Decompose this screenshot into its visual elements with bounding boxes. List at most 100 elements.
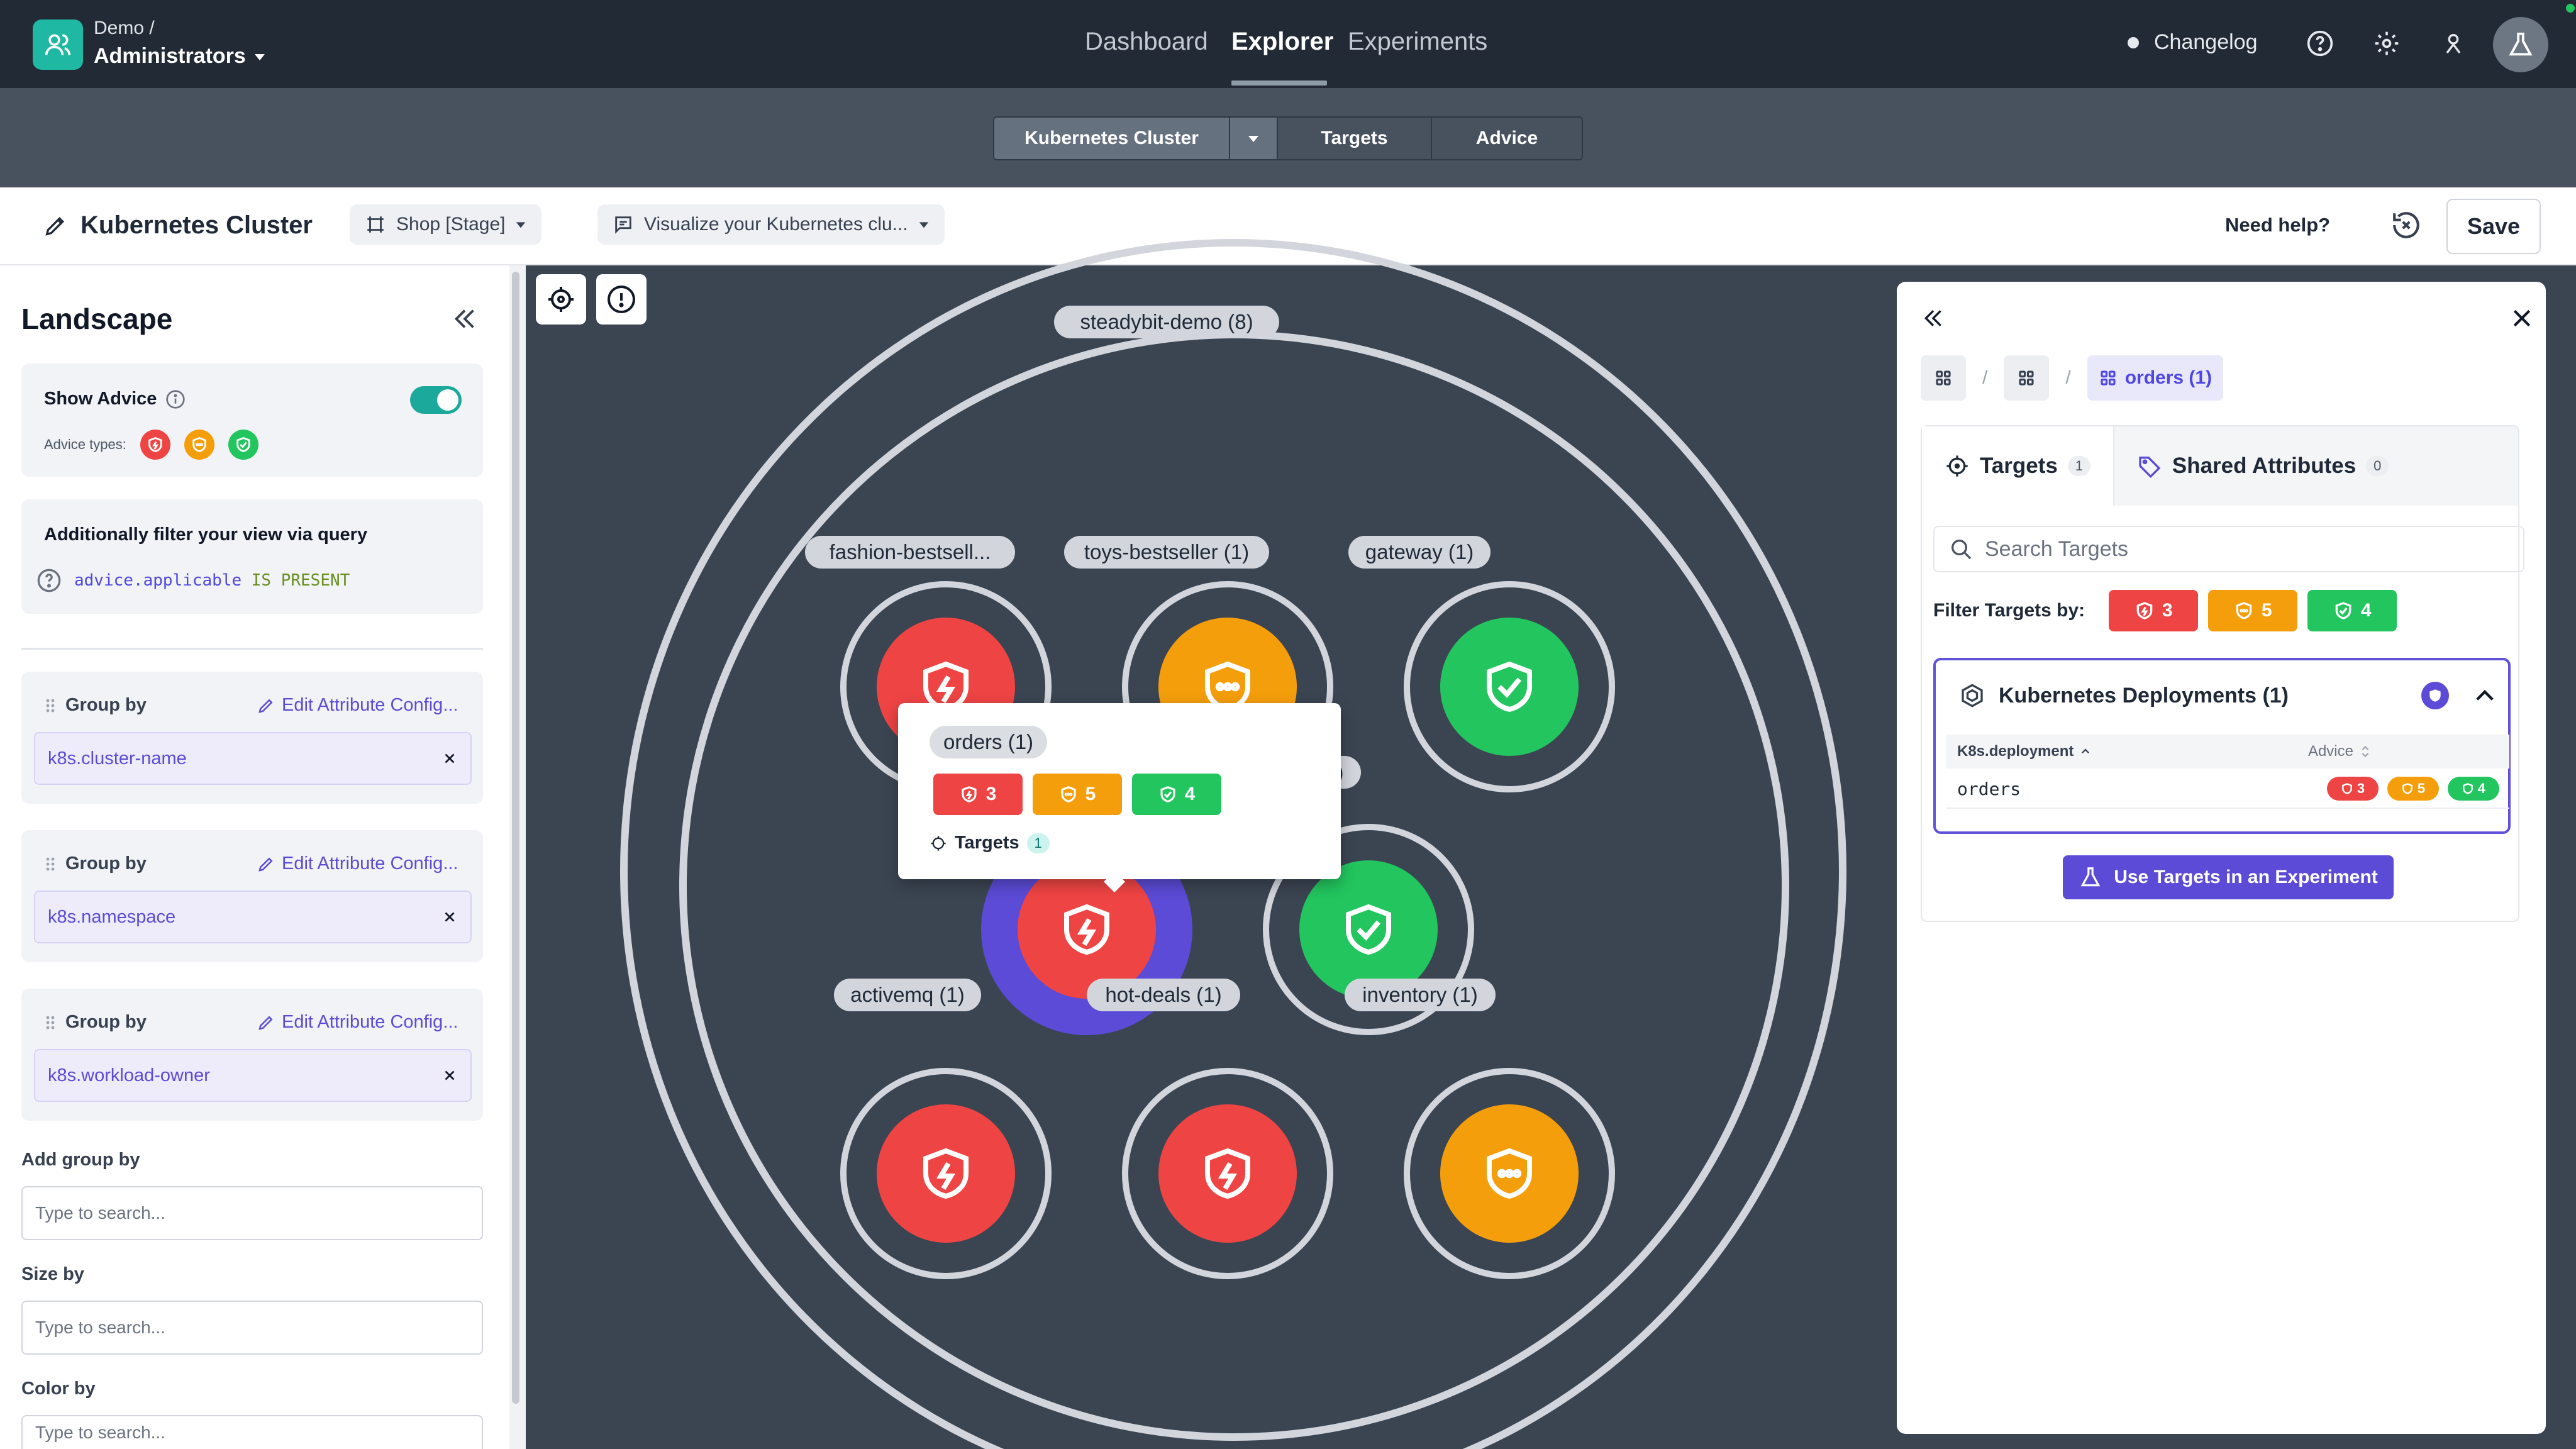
close-icon[interactable]	[441, 909, 458, 925]
collapse-panel-icon[interactable]	[1921, 306, 1946, 331]
table-row[interactable]: orders 3 5 4	[1946, 770, 2509, 809]
breadcrumb-orders[interactable]: orders (1)	[2087, 355, 2224, 401]
workload-label[interactable]: toys-bestseller (1)	[1064, 536, 1269, 569]
group-by-text: Group by	[65, 695, 147, 715]
breadcrumb-root[interactable]	[1921, 355, 1966, 401]
tab-advice[interactable]: Advice	[1432, 118, 1582, 159]
workload-label[interactable]: gateway (1)	[1348, 536, 1491, 569]
drag-handle-icon[interactable]	[44, 855, 57, 873]
profile-avatar[interactable]	[2493, 17, 2548, 72]
close-icon[interactable]	[2509, 306, 2534, 331]
tooltip-pending-badge[interactable]: 5	[1033, 774, 1122, 815]
column-header-advice[interactable]: Advice	[2308, 743, 2371, 760]
chevron-up-icon[interactable]	[2472, 683, 2498, 709]
target-icon	[1946, 455, 1968, 477]
tab-targets[interactable]: Targets	[1278, 118, 1432, 159]
deployments-header[interactable]: Kubernetes Deployments (1)	[1960, 683, 2289, 708]
settings-icon[interactable]	[2370, 26, 2404, 60]
drag-handle-icon[interactable]	[44, 1014, 57, 1031]
group-by-field[interactable]: k8s.namespace	[34, 891, 472, 943]
environment-select[interactable]: Shop [Stage]	[350, 204, 542, 245]
edit-attribute-config-link[interactable]: Edit Attribute Config...	[257, 695, 458, 716]
help-icon[interactable]	[2303, 26, 2337, 60]
team-icon[interactable]	[33, 19, 83, 70]
need-help-link[interactable]: Need help?	[2225, 214, 2330, 236]
collapse-sidebar-icon[interactable]	[450, 304, 479, 333]
tooltip-targets[interactable]: Targets 1	[930, 833, 1050, 853]
tab-targets[interactable]: Targets 1	[1922, 426, 2114, 506]
save-button[interactable]: Save	[2446, 199, 2541, 254]
pencil-icon	[258, 698, 273, 713]
filter-pending-button[interactable]: 5	[2208, 590, 2298, 631]
user-icon[interactable]	[2436, 26, 2470, 60]
search-targets-input[interactable]: Search Targets	[1933, 526, 2524, 572]
namespace-label[interactable]: steadybit-demo (8)	[1054, 306, 1279, 338]
group-by-field[interactable]: k8s.workload-owner	[34, 1049, 472, 1102]
tab-shared-attributes[interactable]: Shared Attributes 0	[2114, 426, 2411, 506]
workload-label[interactable]: activemq (1)	[834, 979, 981, 1011]
edit-attribute-config-link[interactable]: Edit Attribute Config...	[257, 853, 458, 874]
discard-changes-icon[interactable]	[2389, 208, 2424, 243]
group-by-field[interactable]: k8s.cluster-name	[34, 732, 472, 785]
view-switcher: Kubernetes Cluster Targets Advice	[993, 116, 1583, 160]
workload-node-pending[interactable]	[1440, 1104, 1579, 1243]
sidebar-scrollbar[interactable]	[512, 272, 519, 1404]
workload-node-done[interactable]	[1440, 618, 1579, 756]
advice-type-done-icon[interactable]	[228, 430, 258, 460]
size-by-label: Size by	[21, 1264, 84, 1284]
row-risk-badge[interactable]: 3	[2327, 777, 2379, 801]
group-by-value: k8s.namespace	[48, 906, 176, 927]
add-group-by-label: Add group by	[21, 1150, 140, 1170]
tab-targets-label: Targets	[1980, 453, 2058, 478]
workload-node-risk[interactable]	[1018, 860, 1156, 999]
column-header-deployment[interactable]: K8s.deployment	[1957, 743, 2091, 760]
drag-handle-icon[interactable]	[44, 697, 57, 714]
workload-label[interactable]: fashion-bestsell...	[805, 536, 1015, 569]
center-view-icon[interactable]	[536, 274, 586, 325]
team-switcher[interactable]: Administrators	[94, 44, 266, 69]
query-editor[interactable]: advice.applicable IS PRESENT	[36, 568, 350, 593]
view-dropdown-button[interactable]	[1230, 118, 1278, 159]
changelog-link[interactable]: Changelog	[2128, 30, 2257, 55]
workload-node-done[interactable]	[1299, 860, 1438, 999]
advice-types-label: Advice types:	[44, 436, 126, 452]
tooltip-risk-badge[interactable]: 3	[933, 774, 1023, 815]
advice-type-pending-icon[interactable]	[184, 430, 214, 460]
caret-down-icon	[516, 222, 526, 228]
use-targets-in-experiment-button[interactable]: Use Targets in an Experiment	[2063, 855, 2394, 899]
alert-icon[interactable]	[596, 274, 647, 325]
info-icon[interactable]	[165, 389, 186, 409]
shield-check-icon	[1160, 786, 1175, 802]
nav-dashboard[interactable]: Dashboard	[1085, 28, 1208, 56]
tab-kubernetes-cluster[interactable]: Kubernetes Cluster	[994, 118, 1230, 159]
shield-check-icon	[2335, 602, 2351, 619]
workload-node-risk[interactable]	[877, 1104, 1015, 1243]
row-pending-badge[interactable]: 5	[2387, 777, 2439, 801]
add-group-by-input[interactable]: Type to search...	[21, 1186, 483, 1240]
search-icon	[1951, 540, 1972, 560]
view-title[interactable]: Kubernetes Cluster	[43, 211, 313, 240]
help-icon[interactable]	[36, 568, 62, 593]
workload-label[interactable]: inventory (1)	[1345, 979, 1496, 1011]
nav-explorer[interactable]: Explorer	[1231, 28, 1333, 56]
close-icon[interactable]	[441, 750, 458, 767]
size-by-input[interactable]: Type to search...	[21, 1301, 483, 1355]
workload-node-risk[interactable]	[1158, 1104, 1297, 1243]
breadcrumb-namespace[interactable]	[2004, 355, 2050, 401]
filter-done-button[interactable]: 4	[2307, 590, 2397, 631]
description-select[interactable]: Visualize your Kubernetes clu...	[597, 204, 945, 245]
tab-targets-count: 1	[2067, 456, 2090, 476]
row-pending-count: 5	[2417, 780, 2426, 796]
advice-type-risk-icon[interactable]	[140, 430, 170, 460]
close-icon[interactable]	[441, 1067, 458, 1084]
row-done-badge[interactable]: 4	[2448, 777, 2499, 801]
edit-attribute-config-link[interactable]: Edit Attribute Config...	[257, 1012, 458, 1033]
color-by-input[interactable]: Type to search...	[21, 1415, 483, 1449]
show-advice-toggle[interactable]	[410, 386, 462, 414]
shield-dots-icon	[2402, 783, 2412, 794]
caret-down-icon	[1248, 136, 1258, 142]
filter-risk-button[interactable]: 3	[2109, 590, 2199, 631]
tooltip-done-badge[interactable]: 4	[1132, 774, 1221, 815]
workload-label[interactable]: hot-deals (1)	[1087, 979, 1240, 1011]
nav-experiments[interactable]: Experiments	[1348, 28, 1487, 56]
